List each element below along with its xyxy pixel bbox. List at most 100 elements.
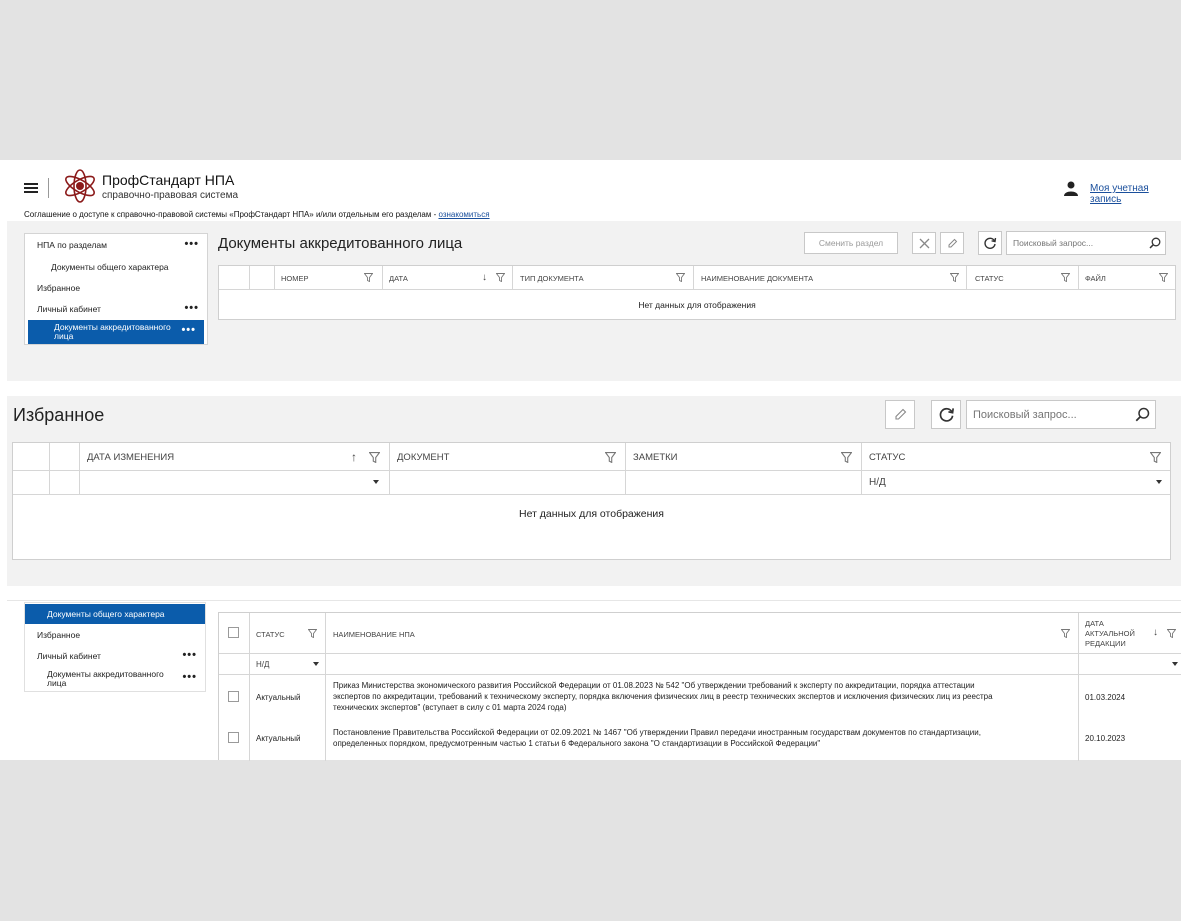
column-header-revision-date[interactable]: ДАТА АКТУАЛЬНОЙ РЕДАКЦИИ bbox=[1085, 619, 1145, 649]
search-bar bbox=[1006, 231, 1166, 255]
brand-title: ПрофСтандарт НПА bbox=[102, 172, 235, 188]
sidebar-item-label: НПА по разделам bbox=[37, 240, 107, 250]
sidebar-item-favorites[interactable]: Избранное bbox=[25, 279, 207, 297]
row-npa-name-line: Приказ Министерства экономического разви… bbox=[333, 681, 975, 690]
status-filter-value[interactable]: Н/Д bbox=[869, 477, 886, 488]
search-icon[interactable] bbox=[1145, 237, 1165, 249]
chevron-down-icon[interactable] bbox=[373, 480, 379, 484]
filter-icon[interactable] bbox=[1061, 273, 1070, 282]
search-input[interactable] bbox=[967, 408, 1129, 421]
clear-button[interactable] bbox=[912, 232, 936, 254]
column-header-file[interactable]: ФАЙЛ bbox=[1085, 274, 1106, 283]
column-header-status[interactable]: СТАТУС bbox=[869, 452, 905, 463]
filter-icon[interactable] bbox=[1061, 629, 1070, 638]
row-npa-name-line: технических экспертов" (вступает в силу … bbox=[333, 703, 567, 712]
sidebar-item-label: Избранное bbox=[37, 283, 81, 293]
row-checkbox[interactable] bbox=[228, 732, 239, 743]
favorites-title: Избранное bbox=[13, 405, 105, 425]
edit-button[interactable] bbox=[885, 400, 915, 429]
filter-icon[interactable] bbox=[1167, 629, 1176, 638]
refresh-icon bbox=[984, 237, 997, 249]
filter-icon[interactable] bbox=[496, 273, 505, 282]
search-input[interactable] bbox=[1007, 238, 1145, 248]
user-icon[interactable] bbox=[1063, 180, 1079, 196]
sidebar-item-favorites[interactable]: Избранное bbox=[25, 626, 205, 644]
pencil-icon bbox=[948, 238, 957, 247]
sidebar-item-accredited-docs[interactable]: Документы аккредитованного лица ••• bbox=[25, 667, 205, 691]
select-all-checkbox[interactable] bbox=[228, 627, 239, 638]
row-status: Актуальный bbox=[256, 734, 301, 743]
filter-icon[interactable] bbox=[364, 273, 373, 282]
header-divider bbox=[48, 178, 49, 198]
column-header-change-date[interactable]: ДАТА ИЗМЕНЕНИЯ bbox=[87, 452, 174, 463]
no-data-message: Нет данных для отображения bbox=[519, 508, 664, 520]
more-icon[interactable]: ••• bbox=[182, 671, 197, 683]
sidebar-item-label: Документы общего характера bbox=[51, 262, 169, 272]
close-icon bbox=[919, 238, 929, 248]
sidebar-nav: НПА по разделам ••• Документы общего хар… bbox=[24, 233, 208, 345]
column-header-npa-name[interactable]: НАИМЕНОВАНИЕ НПА bbox=[333, 630, 415, 639]
sidebar-item-label: Документы аккредитованного лица bbox=[47, 669, 164, 688]
filter-icon[interactable] bbox=[605, 452, 616, 463]
chevron-down-icon[interactable] bbox=[1172, 662, 1178, 666]
accredited-docs-table: НОМЕР ДАТА ↓ ТИП ДОКУМЕНТА НАИМЕНОВАНИЕ … bbox=[218, 265, 1176, 320]
filter-icon[interactable] bbox=[308, 629, 317, 638]
column-header-document[interactable]: ДОКУМЕНТ bbox=[397, 452, 449, 463]
row-npa-name[interactable]: Постановление Правительства Российской Ф… bbox=[333, 727, 1073, 749]
search-icon[interactable] bbox=[1129, 407, 1155, 422]
sidebar-item-label: Документы аккредитованного лица bbox=[54, 322, 171, 341]
filter-icon[interactable] bbox=[369, 452, 380, 463]
favorites-table: ДАТА ИЗМЕНЕНИЯ ↑ ДОКУМЕНТ ЗАМЕТКИ СТАТУС… bbox=[12, 442, 1171, 560]
status-filter-value[interactable]: Н/Д bbox=[256, 659, 269, 670]
account-link[interactable]: Моя учетная запись bbox=[1090, 183, 1181, 205]
column-header-doc-name[interactable]: НАИМЕНОВАНИЕ ДОКУМЕНТА bbox=[701, 274, 813, 283]
row-status: Актуальный bbox=[256, 693, 301, 702]
refresh-icon bbox=[939, 407, 954, 422]
page-title: Документы аккредитованного лица bbox=[218, 235, 463, 252]
agreement-text: Соглашение о доступе к справочно-правово… bbox=[24, 210, 439, 219]
no-data-message: Нет данных для отображения bbox=[638, 300, 756, 310]
filter-icon[interactable] bbox=[1150, 452, 1161, 463]
sidebar-item-label: Избранное bbox=[37, 630, 81, 640]
sidebar-item-general-docs[interactable]: Документы общего характера bbox=[25, 258, 207, 276]
column-header-number[interactable]: НОМЕР bbox=[281, 274, 309, 283]
sidebar-item-accredited-docs[interactable]: Документы аккредитованного лица ••• bbox=[28, 320, 204, 344]
sidebar-item-general-docs[interactable]: Документы общего характера bbox=[25, 604, 205, 624]
more-icon[interactable]: ••• bbox=[184, 299, 199, 317]
more-icon[interactable]: ••• bbox=[181, 324, 196, 336]
agreement-link[interactable]: ознакомиться bbox=[438, 210, 489, 219]
column-header-status[interactable]: СТАТУС bbox=[975, 274, 1004, 283]
sort-asc-icon[interactable]: ↑ bbox=[351, 450, 357, 464]
menu-icon[interactable] bbox=[24, 183, 38, 193]
column-header-doc-type[interactable]: ТИП ДОКУМЕНТА bbox=[520, 274, 584, 283]
pencil-icon bbox=[894, 408, 906, 420]
row-npa-name-line: экспертов по аккредитации, требований к … bbox=[333, 692, 993, 701]
chevron-down-icon[interactable] bbox=[1156, 480, 1162, 484]
refresh-button[interactable] bbox=[978, 231, 1002, 255]
sort-desc-icon[interactable]: ↓ bbox=[1153, 627, 1158, 638]
row-npa-name-line: Постановление Правительства Российской Ф… bbox=[333, 728, 981, 737]
chevron-down-icon[interactable] bbox=[313, 662, 319, 666]
filter-icon[interactable] bbox=[1159, 273, 1168, 282]
column-header-notes[interactable]: ЗАМЕТКИ bbox=[633, 452, 678, 463]
atom-logo-icon bbox=[65, 169, 95, 203]
column-header-status[interactable]: СТАТУС bbox=[256, 630, 285, 639]
more-icon[interactable]: ••• bbox=[182, 646, 197, 664]
filter-icon[interactable] bbox=[676, 273, 685, 282]
more-icon[interactable]: ••• bbox=[184, 235, 199, 253]
filter-icon[interactable] bbox=[950, 273, 959, 282]
edit-button[interactable] bbox=[940, 232, 964, 254]
sidebar-item-cabinet[interactable]: Личный кабинет ••• bbox=[25, 300, 207, 318]
filter-icon[interactable] bbox=[841, 452, 852, 463]
agreement-notice: Соглашение о доступе к справочно-правово… bbox=[24, 210, 490, 219]
sort-desc-icon[interactable]: ↓ bbox=[482, 272, 487, 283]
row-npa-name[interactable]: Приказ Министерства экономического разви… bbox=[333, 680, 1073, 713]
sidebar-item-npa-sections[interactable]: НПА по разделам ••• bbox=[25, 236, 207, 254]
row-revision-date: 01.03.2024 bbox=[1085, 693, 1126, 702]
row-npa-name-line: определенных порядком, предусмотренным ч… bbox=[333, 739, 821, 748]
change-section-button[interactable]: Сменить раздел bbox=[804, 232, 898, 254]
column-header-date[interactable]: ДАТА bbox=[389, 274, 408, 283]
row-checkbox[interactable] bbox=[228, 691, 239, 702]
refresh-button[interactable] bbox=[931, 400, 961, 429]
sidebar-item-cabinet[interactable]: Личный кабинет ••• bbox=[25, 647, 205, 665]
